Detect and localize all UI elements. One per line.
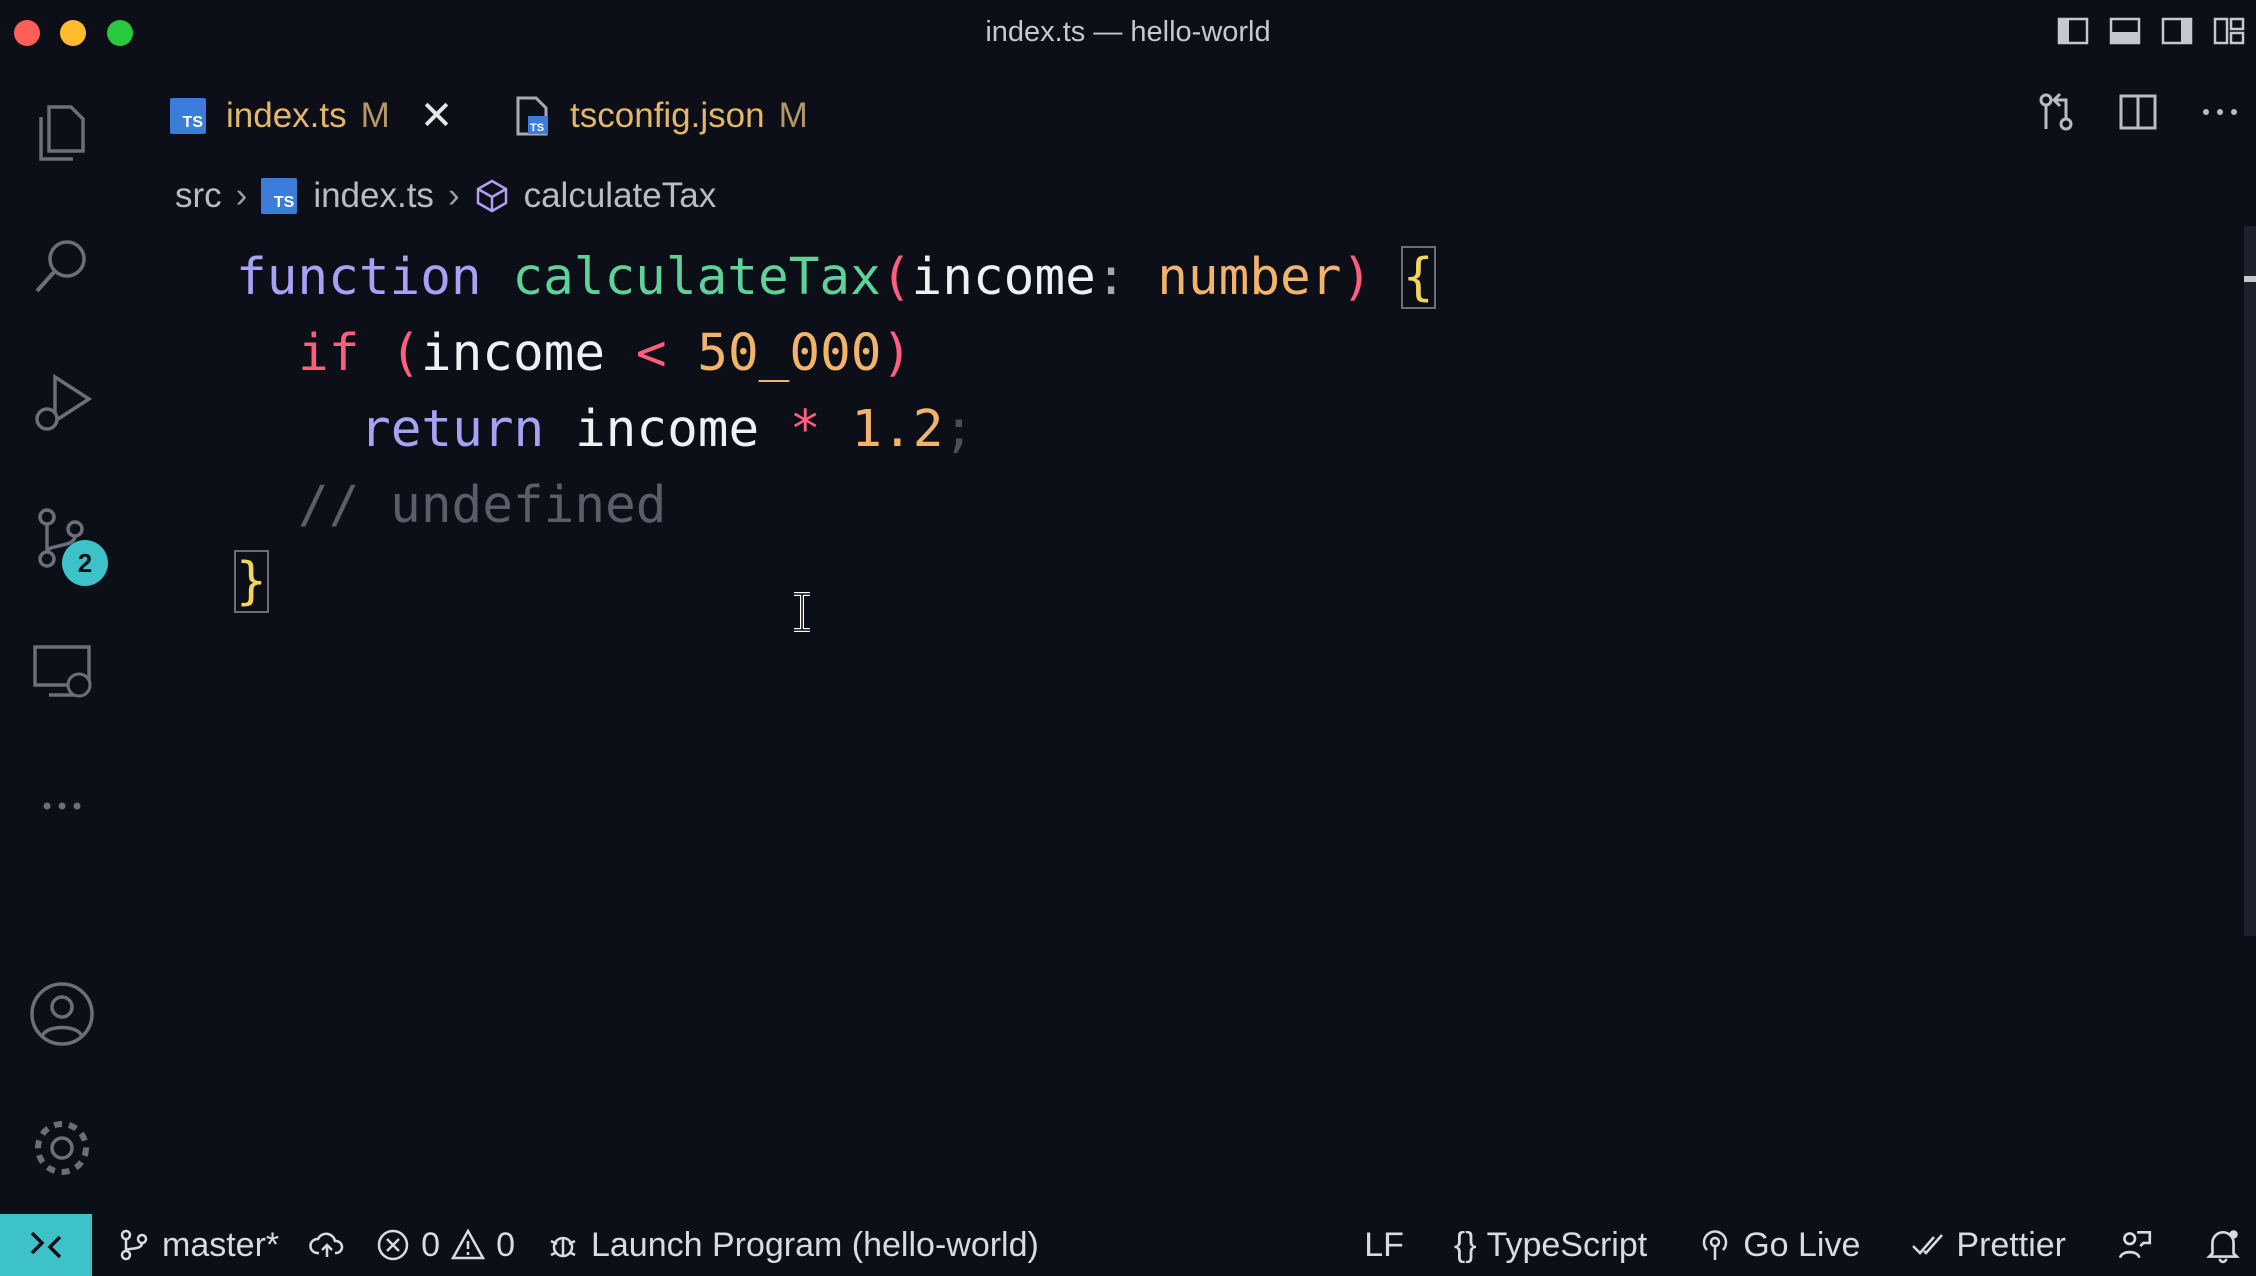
tab-label: index.ts bbox=[226, 96, 347, 135]
accounts-icon[interactable] bbox=[22, 974, 102, 1054]
operator: * bbox=[789, 400, 821, 459]
customize-layout-icon[interactable] bbox=[2212, 14, 2246, 48]
branch-name: master* bbox=[162, 1225, 280, 1264]
go-live-button[interactable]: Go Live bbox=[1697, 1226, 1860, 1265]
activity-bar: 2 bbox=[0, 66, 124, 1214]
chevron-right-icon: › bbox=[447, 176, 460, 215]
error-icon bbox=[377, 1229, 409, 1261]
toggle-panel-icon[interactable] bbox=[2108, 14, 2142, 48]
error-count: 0 bbox=[421, 1225, 441, 1264]
language-label: TypeScript bbox=[1486, 1225, 1648, 1264]
go-live-label: Go Live bbox=[1743, 1225, 1861, 1264]
scrollbar-position-marker bbox=[2244, 276, 2256, 282]
paren: ( bbox=[390, 324, 421, 383]
open-brace: { bbox=[1400, 246, 1436, 309]
tab-tsconfig-json[interactable]: TS tsconfig.json M bbox=[514, 66, 808, 166]
toggle-primary-sidebar-icon[interactable] bbox=[2056, 14, 2090, 48]
symbol-method-cube-icon bbox=[476, 179, 507, 213]
breadcrumb-symbol[interactable]: calculateTax bbox=[524, 176, 717, 216]
typescript-file-icon: TS bbox=[170, 98, 206, 134]
cloud-upload-icon bbox=[309, 1232, 344, 1257]
more-actions-icon[interactable] bbox=[2198, 90, 2242, 134]
status-bar-right: LF {} TypeScript Go Live Prettier bbox=[1364, 1214, 2242, 1276]
paren: ) bbox=[881, 324, 913, 383]
tab-label: tsconfig.json bbox=[570, 96, 765, 135]
close-brace: } bbox=[234, 550, 269, 613]
breadcrumb-folder[interactable]: src bbox=[175, 176, 222, 216]
keyword: function bbox=[236, 248, 482, 307]
modified-indicator: M bbox=[360, 96, 390, 135]
code-line-5: } bbox=[234, 544, 269, 620]
keyword: if bbox=[298, 324, 360, 383]
editor-actions bbox=[2034, 90, 2242, 134]
breadcrumb-file[interactable]: index.ts bbox=[313, 176, 434, 216]
problems-indicator[interactable]: 0 0 bbox=[375, 1226, 515, 1265]
function-name: calculateTax bbox=[512, 248, 881, 307]
branch-indicator[interactable]: master* bbox=[116, 1226, 279, 1265]
text-cursor-icon bbox=[794, 592, 810, 632]
modified-indicator: M bbox=[778, 96, 808, 135]
layout-controls bbox=[2056, 14, 2246, 48]
sync-button[interactable] bbox=[309, 1227, 345, 1263]
split-editor-icon[interactable] bbox=[2116, 90, 2160, 134]
prettier-button[interactable]: Prettier bbox=[1910, 1226, 2066, 1265]
manage-gear-icon[interactable] bbox=[22, 1108, 102, 1188]
paren: ( bbox=[880, 248, 912, 307]
number-literal: 50_000 bbox=[697, 324, 882, 383]
broadcast-icon bbox=[1702, 1230, 1728, 1260]
language-mode-selector[interactable]: {} TypeScript bbox=[1454, 1226, 1647, 1265]
search-icon[interactable] bbox=[22, 226, 102, 306]
code-line-1: function calculateTax(income: number) { bbox=[236, 240, 1436, 316]
svg-text:TS: TS bbox=[530, 122, 544, 134]
remote-explorer-icon[interactable] bbox=[22, 632, 102, 712]
identifier: income bbox=[574, 400, 760, 459]
parameter: income bbox=[911, 248, 1096, 307]
code-line-4: // undefined bbox=[298, 468, 666, 544]
git-branch-icon bbox=[120, 1229, 148, 1261]
open-changes-icon[interactable] bbox=[2034, 90, 2078, 134]
warning-count: 0 bbox=[496, 1225, 515, 1264]
editor-tab-bar: TS index.ts M ✕ TS tsconfig.json M bbox=[124, 66, 2256, 166]
inlay-comment: // undefined bbox=[298, 476, 667, 535]
double-check-icon bbox=[1912, 1234, 1944, 1255]
operator: < bbox=[635, 324, 667, 383]
semicolon: ; bbox=[943, 400, 975, 459]
keyword: return bbox=[360, 400, 545, 459]
tab-index-ts[interactable]: TS index.ts M ✕ bbox=[132, 66, 478, 166]
remote-indicator-button[interactable] bbox=[0, 1214, 92, 1276]
explorer-icon[interactable] bbox=[22, 92, 102, 172]
launch-program-label: Launch Program (hello-world) bbox=[590, 1225, 1039, 1264]
chevron-right-icon: › bbox=[235, 176, 248, 215]
number-literal: 1.2 bbox=[851, 400, 944, 459]
type-annotation: number bbox=[1157, 248, 1342, 307]
warning-icon bbox=[450, 1228, 486, 1260]
close-icon[interactable]: ✕ bbox=[420, 96, 454, 136]
vertical-scrollbar[interactable] bbox=[2244, 226, 2256, 936]
launch-program-button[interactable]: Launch Program (hello-world) bbox=[545, 1226, 1039, 1265]
braces-icon: {} bbox=[1453, 1225, 1477, 1264]
window-title: index.ts — hello-world bbox=[985, 16, 1271, 48]
colon: : bbox=[1095, 248, 1127, 307]
status-bar: master* 0 0 Launch Program (hello-world)… bbox=[0, 1214, 2256, 1276]
toggle-secondary-sidebar-icon[interactable] bbox=[2160, 14, 2194, 48]
feedback-icon[interactable] bbox=[2116, 1226, 2154, 1264]
run-and-debug-icon[interactable] bbox=[22, 362, 102, 442]
code-line-2: if (income < 50_000) bbox=[298, 316, 912, 392]
identifier: income bbox=[420, 324, 606, 383]
end-of-line-indicator[interactable]: LF bbox=[1364, 1226, 1404, 1265]
remote-icon bbox=[30, 1231, 62, 1259]
tsconfig-file-icon: TS bbox=[516, 96, 548, 136]
notifications-bell-icon[interactable] bbox=[2204, 1226, 2242, 1264]
prettier-label: Prettier bbox=[1956, 1225, 2066, 1264]
source-control-badge: 2 bbox=[62, 540, 108, 586]
code-editor[interactable]: function calculateTax(income: number) { … bbox=[124, 240, 2224, 1200]
title-bar: index.ts — hello-world bbox=[0, 0, 2256, 66]
breadcrumb: src › TS index.ts › calculateTax bbox=[175, 168, 716, 224]
debug-icon bbox=[550, 1236, 576, 1258]
more-views-icon[interactable] bbox=[22, 766, 102, 846]
paren: ) bbox=[1341, 248, 1373, 307]
code-line-3: return income * 1.2; bbox=[360, 392, 974, 468]
typescript-file-icon: TS bbox=[261, 178, 298, 214]
